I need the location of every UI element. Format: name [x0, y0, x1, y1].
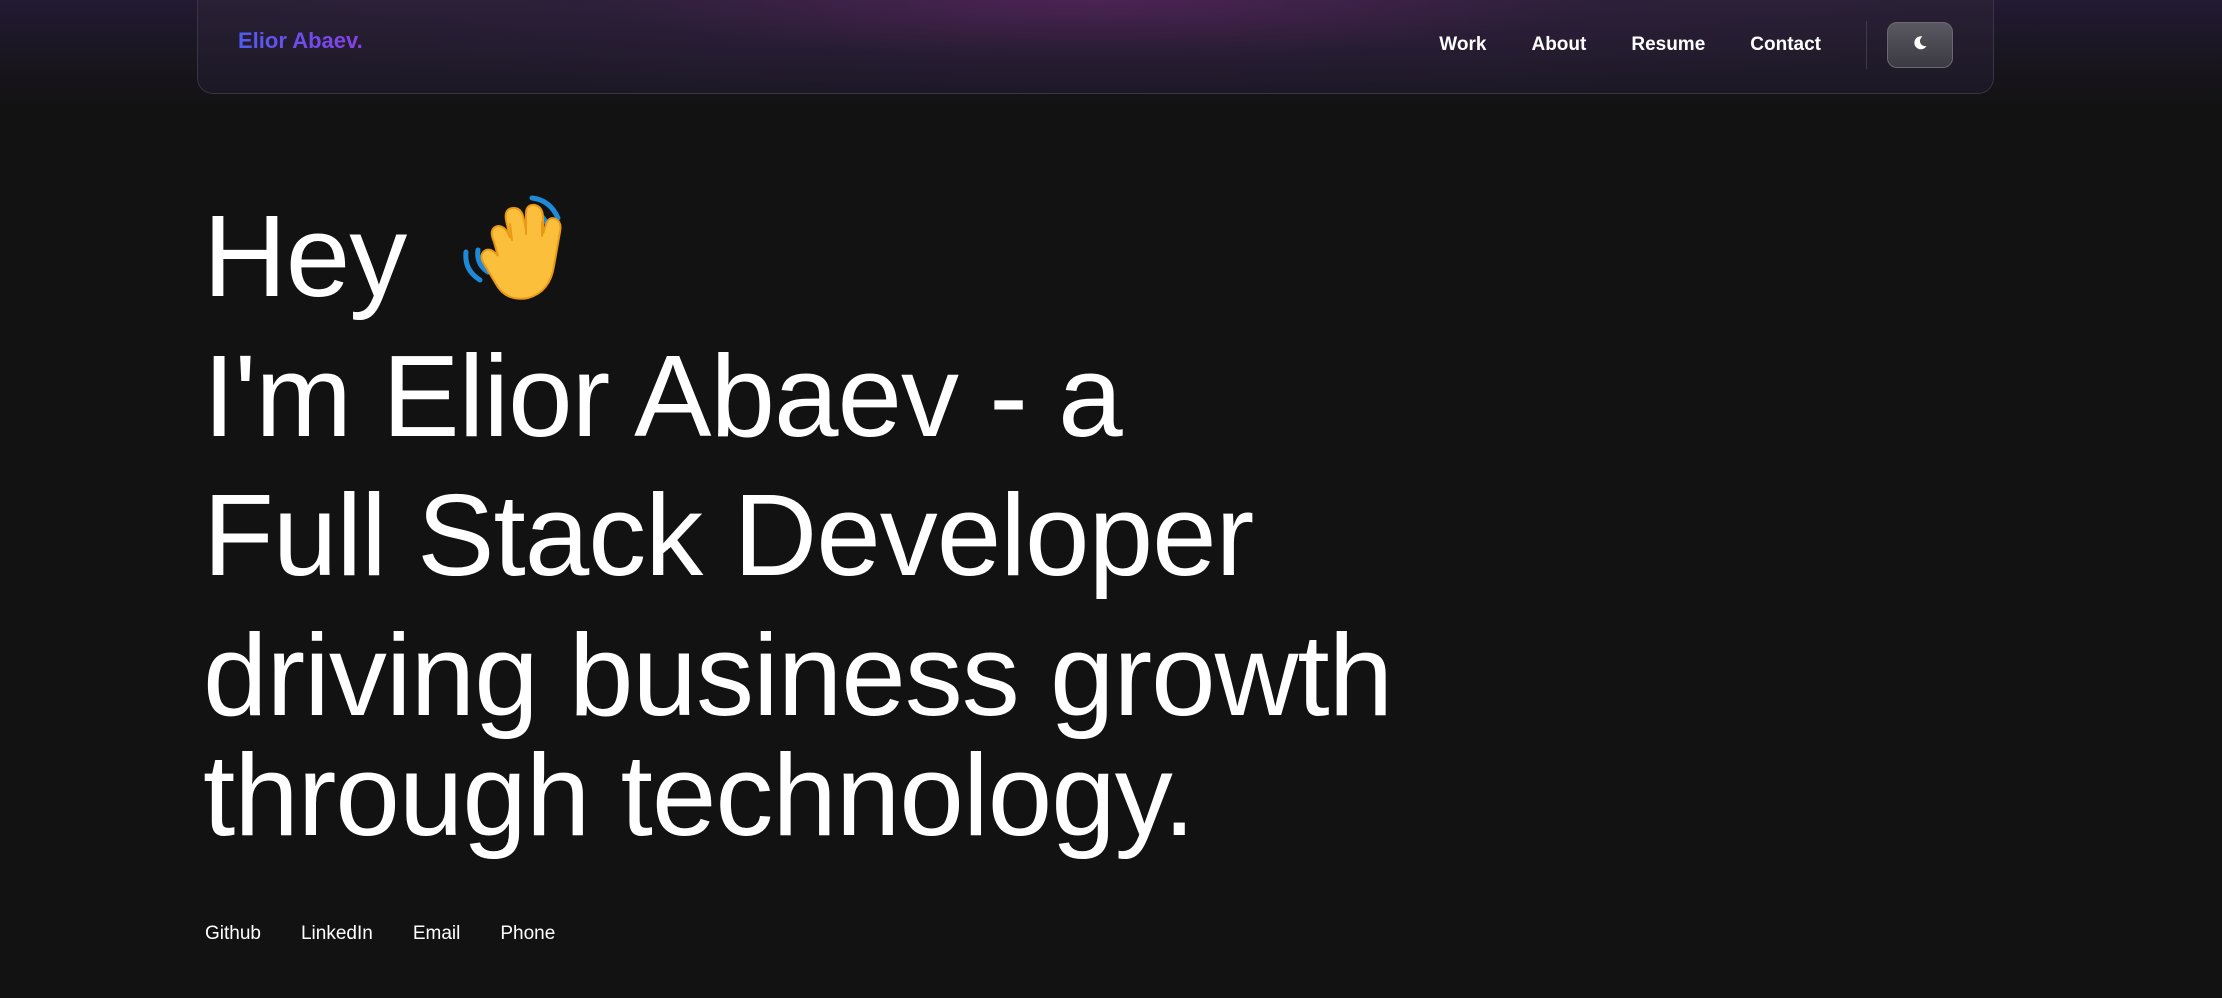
nav-links: Work About Resume Contact	[1439, 0, 1993, 92]
social-link-github[interactable]: Github	[205, 923, 261, 945]
hero-line-4: through technology.	[203, 730, 1195, 860]
hero-line-2: Full Stack Developer	[203, 470, 1254, 600]
hero-greeting-line: Hey	[203, 195, 584, 328]
hero-greeting: Hey	[203, 191, 407, 321]
social-link-phone[interactable]: Phone	[500, 923, 555, 945]
waving-hand-icon	[454, 180, 584, 328]
moon-icon	[1912, 35, 1928, 56]
nav-link-resume[interactable]: Resume	[1631, 34, 1705, 56]
nav-divider	[1866, 21, 1867, 69]
social-link-linkedin[interactable]: LinkedIn	[301, 923, 373, 945]
nav-link-about[interactable]: About	[1531, 34, 1586, 56]
nav-link-work[interactable]: Work	[1439, 34, 1486, 56]
theme-toggle-button[interactable]	[1887, 22, 1953, 68]
social-links: Github LinkedIn Email Phone	[205, 923, 595, 945]
navbar: Elior Abaev. Work About Resume Contact	[197, 0, 1994, 94]
site-logo[interactable]: Elior Abaev.	[238, 28, 363, 54]
nav-link-contact[interactable]: Contact	[1750, 34, 1821, 56]
social-link-email[interactable]: Email	[413, 923, 461, 945]
hero-line-1: I'm Elior Abaev - a	[203, 331, 1123, 461]
hero-line-3: driving business growth	[203, 610, 1393, 740]
